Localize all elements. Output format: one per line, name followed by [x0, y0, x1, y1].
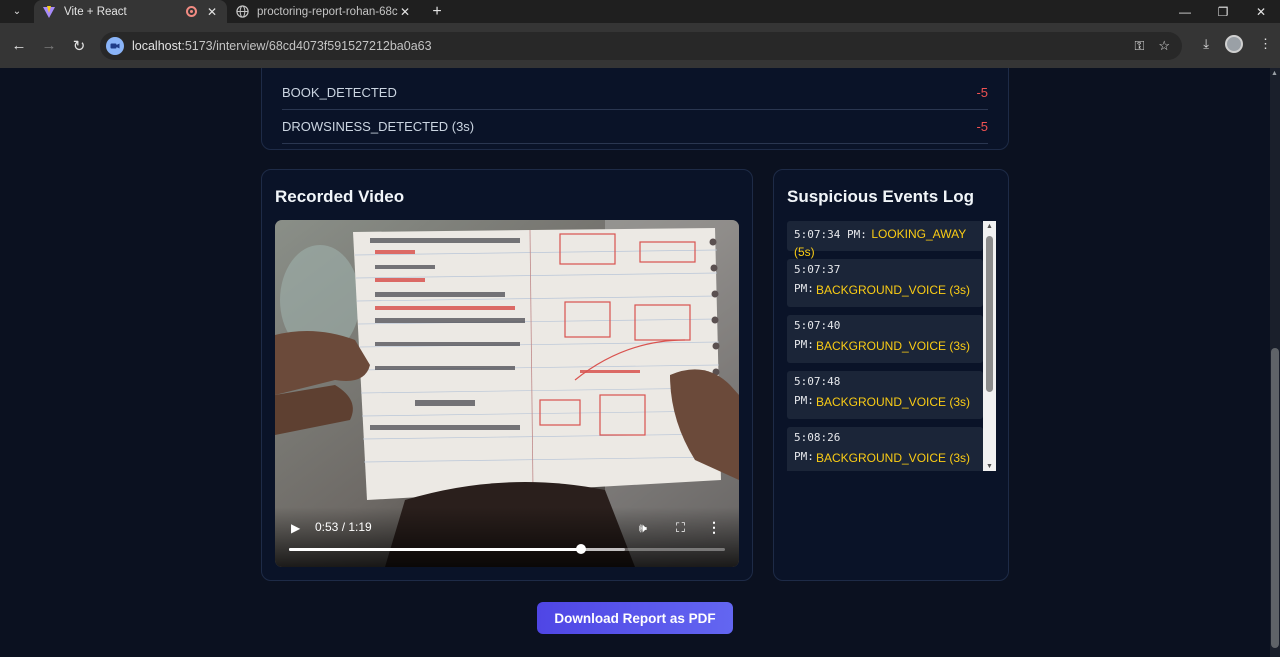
url-text: localhost:5173/interview/68cd4073f591527… [132, 39, 432, 53]
log-event: BACKGROUND_VOICE (3s) [816, 283, 971, 297]
address-bar[interactable]: localhost:5173/interview/68cd4073f591527… [100, 32, 1182, 60]
recording-indicator-icon [186, 6, 197, 17]
log-scroll-thumb[interactable] [986, 236, 993, 392]
bookmark-star-icon[interactable]: ☆ [1158, 38, 1170, 54]
seek-handle[interactable] [576, 544, 587, 554]
log-time-part: 5:07:37 [794, 263, 841, 276]
log-item: 5:08:26 PM: BACKGROUND_VOICE (3s) [787, 427, 983, 471]
log-time: 5:07:34 PM: [794, 228, 867, 241]
browser-toolbar: ← → ↻ localhost:5173/interview/68cd4073f… [0, 23, 1280, 68]
fullscreen-icon[interactable]: ⛶ [676, 520, 685, 536]
video-controls: ▶ 0:53 / 1:19 🕪 ⛶ ⋮ [275, 507, 739, 567]
seek-played [289, 548, 582, 551]
log-event: BACKGROUND_VOICE (3s) [816, 451, 971, 465]
back-icon[interactable]: ← [4, 31, 34, 61]
close-tab-icon[interactable]: ✕ [398, 5, 412, 19]
log-time-part: 5:08:26 [794, 431, 841, 444]
page-content: BOOK_DETECTED -5 DROWSINESS_DETECTED (3s… [0, 68, 1280, 657]
tab-proctoring-report[interactable]: proctoring-report-rohan-68cd3 ✕ [227, 0, 420, 23]
penalty-points: -5 [976, 85, 988, 100]
scroll-up-icon[interactable]: ▲ [1271, 70, 1278, 77]
log-item: 5:07:37 PM: BACKGROUND_VOICE (3s) [787, 259, 983, 307]
menu-kebab-icon[interactable]: ⋮ [1259, 36, 1272, 52]
vite-logo-icon [42, 5, 56, 19]
penalty-card: BOOK_DETECTED -5 DROWSINESS_DETECTED (3s… [261, 68, 1009, 150]
log-item: 5:07:40 PM: BACKGROUND_VOICE (3s) [787, 315, 983, 363]
penalty-label: DROWSINESS_DETECTED (3s) [282, 119, 475, 134]
minimize-icon[interactable]: — [1166, 0, 1204, 23]
events-log-list[interactable]: 5:07:34 PM: LOOKING_AWAY (5s) 5:07:37 PM:… [787, 221, 996, 471]
time-display: 0:53 / 1:19 [315, 520, 372, 534]
penalty-row: DROWSINESS_DETECTED (3s) -5 [282, 110, 988, 144]
log-event: BACKGROUND_VOICE (3s) [816, 339, 971, 353]
profile-avatar[interactable] [1225, 35, 1243, 53]
tab-title: Vite + React [64, 5, 127, 18]
log-item: 5:07:48 PM: BACKGROUND_VOICE (3s) [787, 371, 983, 419]
tab-title: proctoring-report-rohan-68cd3 [257, 5, 398, 18]
log-time-part: 5:07:40 [794, 319, 841, 332]
globe-icon [235, 5, 249, 19]
close-tab-icon[interactable]: ✕ [205, 5, 219, 19]
log-card-title: Suspicious Events Log [787, 187, 975, 206]
close-window-icon[interactable]: ✕ [1242, 0, 1280, 23]
browser-tab-bar: ⌄ Vite + React ✕ proctoring-report-rohan… [0, 0, 1280, 23]
scroll-up-icon[interactable]: ▲ [986, 223, 993, 230]
video-player[interactable]: ▶ 0:53 / 1:19 🕪 ⛶ ⋮ [275, 220, 739, 567]
tab-search-button[interactable]: ⌄ [6, 1, 28, 23]
penalty-label: BOOK_DETECTED [282, 85, 397, 100]
events-log-card: Suspicious Events Log 5:07:34 PM: LOOKIN… [773, 169, 1009, 581]
seek-bar[interactable] [289, 544, 725, 554]
more-options-icon[interactable]: ⋮ [707, 519, 721, 536]
forward-icon[interactable]: → [34, 31, 64, 61]
penalty-row: BOOK_DETECTED -5 [282, 76, 988, 110]
log-scrollbar[interactable]: ▲ ▼ [983, 221, 996, 471]
download-icon[interactable]: ⤓ [1203, 36, 1209, 52]
camera-permission-icon[interactable] [106, 37, 124, 55]
page-scroll-thumb[interactable] [1271, 348, 1279, 648]
scroll-down-icon[interactable]: ▼ [986, 463, 993, 470]
log-event: BACKGROUND_VOICE (3s) [816, 395, 971, 409]
tab-vite-react[interactable]: Vite + React ✕ [34, 0, 227, 23]
reload-icon[interactable]: ↻ [64, 31, 94, 61]
log-item: 5:07:34 PM: LOOKING_AWAY (5s) [787, 221, 983, 259]
new-tab-button[interactable]: + [426, 3, 448, 21]
download-report-button[interactable]: Download Report as PDF [537, 602, 733, 634]
volume-icon[interactable]: 🕪 [639, 520, 647, 536]
log-time-part: 5:07:48 [794, 375, 841, 388]
video-card-title: Recorded Video [275, 187, 405, 206]
penalty-points: -5 [976, 119, 988, 134]
page-scrollbar[interactable]: ▲ [1270, 68, 1280, 657]
restore-icon[interactable]: ❐ [1204, 0, 1242, 23]
password-key-icon[interactable]: ⚿ [1134, 38, 1144, 54]
recorded-video-card: Recorded Video ▶ 0:53 / 1:19 🕪 ⛶ ⋮ [261, 169, 753, 581]
play-icon[interactable]: ▶ [291, 521, 300, 535]
